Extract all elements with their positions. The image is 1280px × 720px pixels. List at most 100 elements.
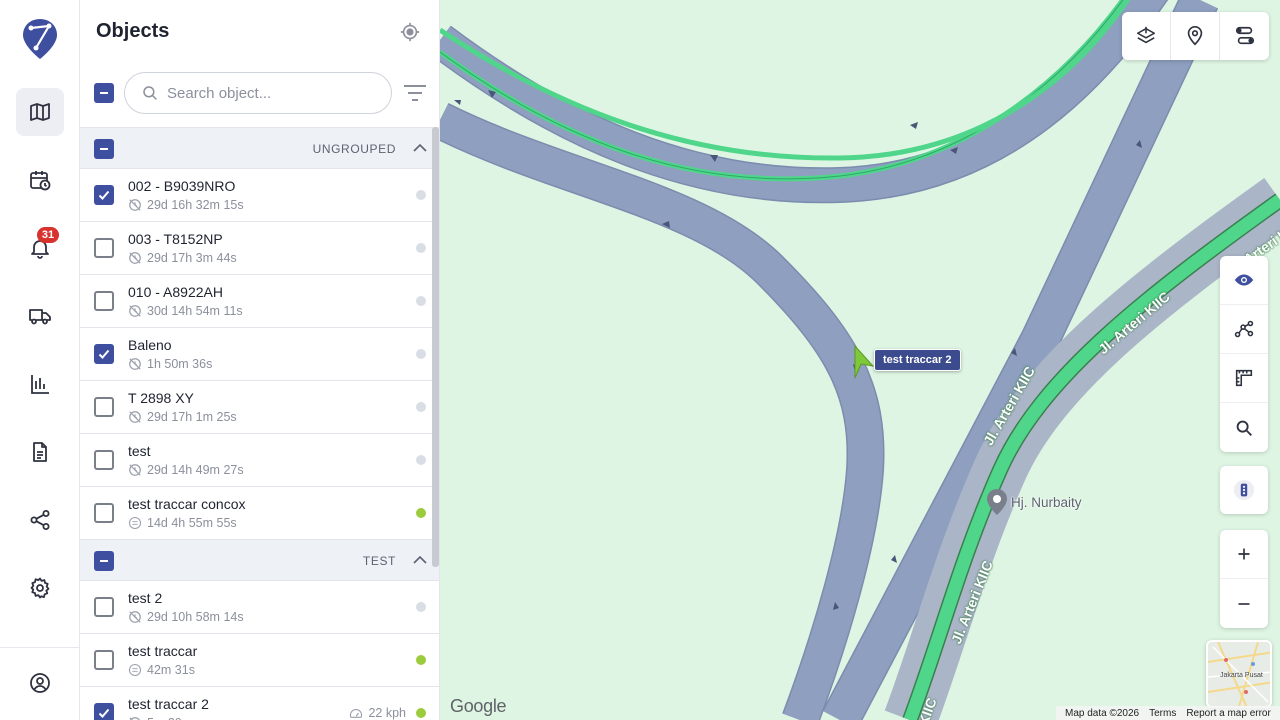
- select-all-checkbox[interactable]: [94, 83, 114, 103]
- object-row[interactable]: 010 - A8922AH 30d 14h 54m 11s: [80, 275, 439, 328]
- object-checkbox[interactable]: [94, 450, 114, 470]
- clock-off-icon: [129, 252, 141, 264]
- device-marker-label[interactable]: test traccar 2: [874, 349, 961, 371]
- object-checkbox[interactable]: [94, 185, 114, 205]
- group-header[interactable]: TEST: [80, 540, 439, 581]
- search-icon: [1236, 420, 1252, 436]
- nav-settings[interactable]: [16, 564, 64, 612]
- status-dot: [416, 508, 426, 518]
- object-row[interactable]: test traccar 2 5m 20s 22 kph: [80, 687, 439, 720]
- object-row[interactable]: Baleno 1h 50m 36s: [80, 328, 439, 381]
- group-name: TEST: [362, 554, 396, 568]
- ruler-icon: [1235, 369, 1253, 387]
- object-checkbox[interactable]: [94, 238, 114, 258]
- app-logo[interactable]: [22, 18, 58, 60]
- object-time: 29d 16h 32m 15s: [147, 198, 244, 212]
- clock-off-icon: [129, 358, 141, 370]
- nav-documents[interactable]: [16, 428, 64, 476]
- nodes-button[interactable]: [1220, 305, 1268, 354]
- object-checkbox[interactable]: [94, 703, 114, 720]
- object-speed: 22 kph: [349, 706, 406, 720]
- object-row[interactable]: test 29d 14h 49m 27s: [80, 434, 439, 487]
- object-checkbox[interactable]: [94, 597, 114, 617]
- nav-account[interactable]: [16, 659, 64, 707]
- check-icon: [98, 349, 110, 359]
- map-markers-button[interactable]: [1171, 12, 1220, 60]
- minimap-label: Jakarta Pusat: [1220, 672, 1263, 679]
- chevron-up-icon[interactable]: [412, 552, 428, 568]
- ruler-button[interactable]: [1220, 354, 1268, 403]
- object-checkbox[interactable]: [94, 650, 114, 670]
- map-type-thumbnail[interactable]: Jakarta Pusat: [1206, 640, 1272, 708]
- eye-icon: [1234, 274, 1254, 286]
- nav-share[interactable]: [16, 496, 64, 544]
- filter-button[interactable]: [402, 82, 428, 104]
- object-checkbox[interactable]: [94, 291, 114, 311]
- object-row[interactable]: T 2898 XY 29d 17h 1m 25s: [80, 381, 439, 434]
- nav-map[interactable]: [16, 88, 64, 136]
- object-checkbox[interactable]: [94, 503, 114, 523]
- speedometer-icon: [350, 709, 363, 718]
- minus-icon: [100, 92, 108, 94]
- poi-marker[interactable]: Hj. Nurbaity: [985, 488, 1082, 516]
- map-icon: [30, 103, 50, 121]
- map-routes-button[interactable]: [1220, 12, 1269, 60]
- traffic-button[interactable]: [1220, 466, 1268, 514]
- map-layers-button[interactable]: [1122, 12, 1171, 60]
- crosshair-icon: [400, 22, 420, 42]
- search-input[interactable]: [167, 84, 367, 102]
- object-time: 1h 50m 36s: [147, 357, 213, 371]
- object-last-update: 29d 17h 3m 44s: [128, 251, 237, 265]
- nav-devices[interactable]: [16, 292, 64, 340]
- clock-off-icon: [129, 717, 141, 720]
- speed-value: 22 kph: [368, 706, 406, 720]
- report-error-link[interactable]: Report a map error: [1186, 708, 1270, 719]
- group-checkbox[interactable]: [94, 551, 114, 571]
- locate-button[interactable]: [396, 18, 424, 46]
- object-row[interactable]: test traccar concox 14d 4h 55m 55s: [80, 487, 439, 540]
- object-row[interactable]: test 2 29d 10h 58m 14s: [80, 581, 439, 634]
- group-name: UNGROUPED: [312, 142, 396, 156]
- object-name: test traccar 2: [128, 696, 209, 712]
- visibility-button[interactable]: [1220, 256, 1268, 305]
- object-row[interactable]: 002 - B9039NRO 29d 16h 32m 15s: [80, 169, 439, 222]
- route-icon: [1235, 26, 1254, 45]
- panel-title: Objects: [96, 20, 170, 42]
- list-scrollbar[interactable]: [432, 127, 439, 567]
- map-search-button[interactable]: [1220, 403, 1268, 452]
- zoom-out-button[interactable]: [1220, 579, 1268, 628]
- user-circle-icon: [30, 673, 50, 693]
- object-last-update: 29d 17h 1m 25s: [128, 410, 237, 424]
- chevron-up-icon[interactable]: [412, 140, 428, 156]
- object-checkbox[interactable]: [94, 397, 114, 417]
- object-time: 29d 14h 49m 27s: [147, 463, 244, 477]
- status-dot: [416, 655, 426, 665]
- stop-icon: [128, 516, 142, 530]
- object-row[interactable]: 003 - T8152NP 29d 17h 3m 44s: [80, 222, 439, 275]
- object-checkbox[interactable]: [94, 344, 114, 364]
- location-pin-icon: [1187, 26, 1203, 46]
- group-checkbox[interactable]: [94, 139, 114, 159]
- object-time: 42m 31s: [147, 663, 195, 677]
- search-box[interactable]: [124, 72, 392, 114]
- poi-label: Hj. Nurbaity: [1011, 494, 1082, 510]
- object-last-update: 29d 16h 32m 15s: [128, 198, 244, 212]
- document-icon: [33, 442, 47, 462]
- plus-icon: [1238, 548, 1250, 560]
- zoom-in-button[interactable]: [1220, 530, 1268, 579]
- terms-link[interactable]: Terms: [1149, 708, 1176, 719]
- nav-history[interactable]: [16, 156, 64, 204]
- object-last-update: 5m 20s: [128, 716, 188, 720]
- minus-icon: [100, 560, 108, 562]
- status-dot: [416, 455, 426, 465]
- object-list: UNGROUPED 002 - B9039NRO 29d 16h 32m 15s 00…: [80, 127, 439, 720]
- object-time: 29d 10h 58m 14s: [147, 610, 244, 624]
- object-time: 30d 14h 54m 11s: [147, 304, 243, 318]
- object-time: 29d 17h 1m 25s: [147, 410, 237, 424]
- map-attribution: Map data ©2026 Terms Report a map error: [1056, 706, 1280, 720]
- map-view[interactable]: test traccar 2 Jl. Arteri KIIC Jl. Arter…: [440, 0, 1280, 720]
- group-header[interactable]: UNGROUPED: [80, 128, 439, 169]
- nav-reports[interactable]: [16, 360, 64, 408]
- object-row[interactable]: test traccar 42m 31s: [80, 634, 439, 687]
- object-time: 14d 4h 55m 55s: [147, 516, 237, 530]
